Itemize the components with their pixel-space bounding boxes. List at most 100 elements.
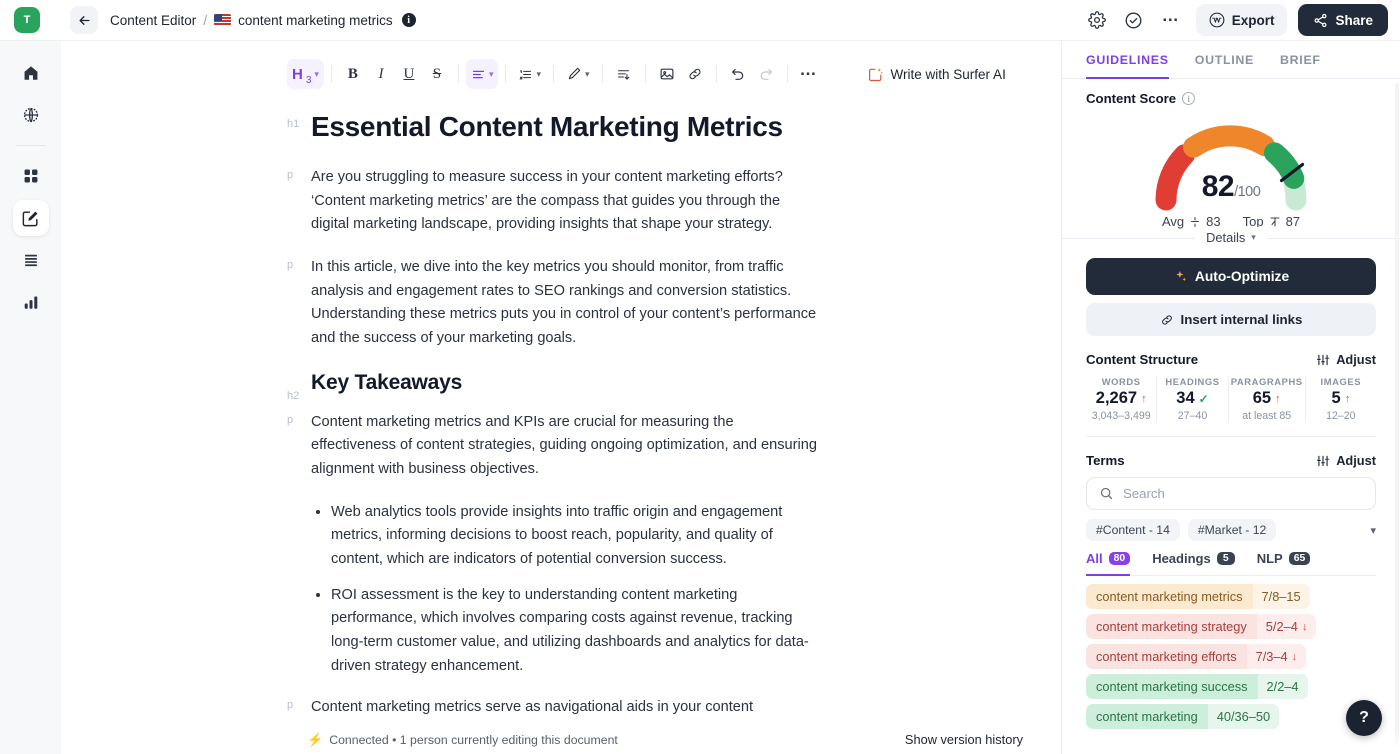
chip-content[interactable]: #Content - 14 xyxy=(1086,519,1180,541)
info-icon[interactable]: i xyxy=(401,13,416,27)
paragraph[interactable]: Are you struggling to measure success in… xyxy=(311,166,821,237)
sidebar-item-grid[interactable] xyxy=(13,158,49,194)
sidebar-item-content-editor[interactable] xyxy=(12,200,49,236)
strikethrough-button[interactable]: S xyxy=(423,59,451,89)
bold-button[interactable]: B xyxy=(339,59,367,89)
list-item[interactable]: ROI assessment is the key to understandi… xyxy=(331,584,821,679)
sliders-icon xyxy=(1317,354,1330,365)
term-count: 7/3–4 xyxy=(1255,649,1288,664)
redo-button[interactable] xyxy=(752,59,780,89)
block-tag: p xyxy=(287,413,294,426)
top-header: T Content Editor / content marketing met… xyxy=(0,0,1400,41)
grid-icon xyxy=(24,169,37,183)
term-row[interactable]: content marketing efforts 7/3–4 ↓ xyxy=(1086,644,1307,669)
details-row: Details ▾ xyxy=(1062,227,1400,248)
more-options-button[interactable]: … xyxy=(1155,4,1187,36)
insert-internal-links-button[interactable]: Insert internal links xyxy=(1086,303,1376,336)
guidelines-panel: GUIDELINES OUTLINE BRIEF Content Score i xyxy=(1061,41,1400,754)
list-dropdown[interactable]: ▾ xyxy=(513,59,546,89)
list-item[interactable]: Web analytics tools provide insights int… xyxy=(331,501,821,572)
search-input[interactable] xyxy=(1123,486,1363,501)
heading-style-dropdown[interactable]: H3 ▾ xyxy=(287,59,324,89)
details-button[interactable]: Details ▾ xyxy=(1195,227,1267,248)
section-heading[interactable]: Key Takeaways xyxy=(311,369,821,396)
paragraph[interactable]: Content marketing metrics and KPIs are c… xyxy=(311,411,821,482)
avatar[interactable]: T xyxy=(14,7,40,33)
content-structure-adjust-button[interactable]: Adjust xyxy=(1316,352,1376,367)
stat-range: 12–20 xyxy=(1326,410,1356,422)
bolt-icon: ⚡ xyxy=(307,731,324,747)
toolbar-divider xyxy=(457,65,459,83)
filter-tab-nlp[interactable]: NLP 65 xyxy=(1257,551,1311,576)
block-tag: p xyxy=(287,699,294,712)
panel-scrollbar[interactable] xyxy=(1395,83,1399,748)
term-count-wrap: 5/2–4 ↓ xyxy=(1256,614,1317,639)
undo-button[interactable] xyxy=(724,59,752,89)
check-status-button[interactable] xyxy=(1118,4,1150,36)
term-row[interactable]: content marketing success 2/2–4 xyxy=(1086,674,1308,699)
show-version-history-button[interactable]: Show version history xyxy=(905,732,1023,747)
tab-outline[interactable]: OUTLINE xyxy=(1195,53,1254,79)
insert-image-button[interactable] xyxy=(653,59,681,89)
wordpress-icon xyxy=(1209,12,1225,28)
top-icon xyxy=(1270,217,1280,227)
info-icon[interactable]: i xyxy=(1182,92,1196,105)
terms-header: Terms Adjust xyxy=(1086,453,1376,468)
tab-brief[interactable]: BRIEF xyxy=(1280,53,1321,79)
doc-block-paragraph: p Content marketing metrics and KPIs are… xyxy=(61,411,961,482)
terms-search-box[interactable] xyxy=(1086,477,1376,510)
indent-button[interactable] xyxy=(610,59,638,89)
underline-label: U xyxy=(403,65,415,82)
content-score-header: Content Score i xyxy=(1086,91,1376,106)
term-row[interactable]: content marketing 40/36–50 xyxy=(1086,704,1280,729)
export-button[interactable]: Export xyxy=(1195,4,1288,36)
term-name: content marketing metrics xyxy=(1096,589,1243,604)
chevron-down-icon: ▾ xyxy=(314,68,319,79)
filter-tab-headings[interactable]: Headings 5 xyxy=(1152,551,1235,576)
stat-words: WORDS 2,267 ↑ 3,043–3,499 xyxy=(1086,376,1158,422)
filter-tab-all[interactable]: All 80 xyxy=(1086,551,1131,576)
insert-link-button[interactable] xyxy=(681,59,709,89)
stat-headings: HEADINGS 34 ✓ 27–40 xyxy=(1157,376,1229,422)
term-count: 7/8–15 xyxy=(1261,589,1301,604)
sidebar-item-home[interactable] xyxy=(13,55,49,91)
write-with-surfer-ai-button[interactable]: Write with Surfer AI xyxy=(859,62,1014,87)
details-label: Details xyxy=(1206,230,1246,245)
chevron-down-icon[interactable]: ▾ xyxy=(1370,524,1376,537)
toolbar-more-button[interactable]: … xyxy=(795,59,823,89)
document-scroll-area[interactable]: h1 Essential Content Marketing Metrics p… xyxy=(61,93,1061,754)
term-row[interactable]: content marketing strategy 5/2–4 ↓ xyxy=(1086,614,1317,639)
align-dropdown[interactable]: ▾ xyxy=(465,59,499,89)
content-score-value: 82 xyxy=(1201,170,1235,203)
page-title[interactable]: Essential Content Marketing Metrics xyxy=(311,109,821,144)
sidebar-item-outline[interactable] xyxy=(13,242,49,278)
chip-market[interactable]: #Market - 12 xyxy=(1187,519,1277,541)
highlight-dropdown[interactable]: ▾ xyxy=(561,59,595,89)
arrow-up-icon: ↑ xyxy=(1141,392,1147,405)
share-button[interactable]: Share xyxy=(1298,4,1388,36)
term-name: content marketing xyxy=(1096,709,1198,724)
breadcrumb-root[interactable]: Content Editor xyxy=(110,13,196,28)
filter-tab-label: All xyxy=(1086,551,1103,566)
auto-optimize-button[interactable]: Auto-Optimize xyxy=(1086,258,1376,295)
back-button[interactable] xyxy=(70,6,98,34)
paragraph[interactable]: In this article, we dive into the key me… xyxy=(311,256,821,351)
tab-guidelines[interactable]: GUIDELINES xyxy=(1086,53,1169,79)
sidebar-item-globe[interactable] xyxy=(13,97,49,133)
content-score-max: /100 xyxy=(1234,184,1261,200)
terms-adjust-button[interactable]: Adjust xyxy=(1316,453,1376,468)
italic-button[interactable]: I xyxy=(367,59,395,89)
rail-divider xyxy=(15,145,46,146)
arrow-up-icon: ↑ xyxy=(1275,392,1281,405)
terms-title: Terms xyxy=(1086,453,1125,468)
underline-button[interactable]: U xyxy=(395,59,423,89)
sparkle-icon xyxy=(1176,270,1186,282)
help-button[interactable]: ? xyxy=(1346,700,1382,736)
term-row[interactable]: content marketing metrics 7/8–15 xyxy=(1086,584,1310,609)
undo-icon xyxy=(731,69,743,80)
left-rail xyxy=(0,41,61,754)
lines-icon xyxy=(24,254,37,267)
sidebar-item-analytics[interactable] xyxy=(13,284,49,320)
settings-button[interactable] xyxy=(1081,4,1113,36)
adjust-label: Adjust xyxy=(1336,352,1376,367)
